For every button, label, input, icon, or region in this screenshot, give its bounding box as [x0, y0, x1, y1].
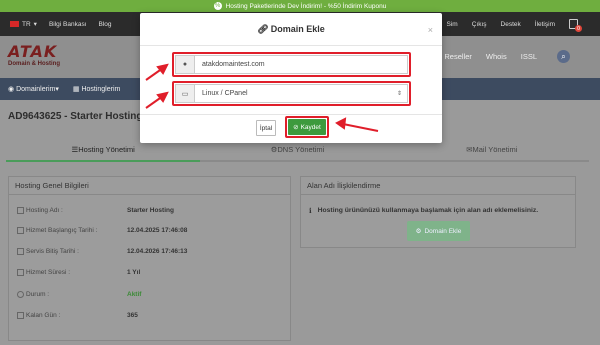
annotation-arrows	[145, 63, 379, 132]
arrowhead-save	[335, 117, 347, 130]
arrow-to-save	[342, 123, 379, 132]
